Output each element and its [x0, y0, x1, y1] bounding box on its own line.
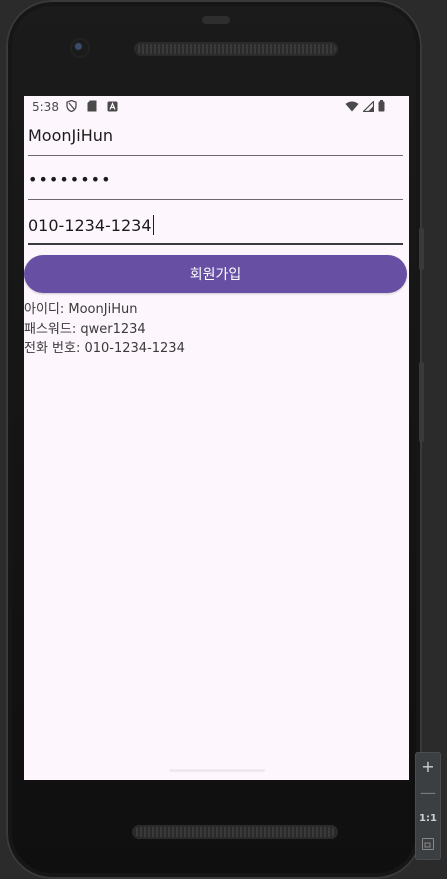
phone-value-wrap[interactable]: 010-1234-1234	[28, 215, 154, 235]
shield-icon	[66, 99, 77, 115]
emulator-tool-panel: + — 1:1	[415, 752, 441, 860]
username-field[interactable]: MoonJiHun	[28, 120, 403, 156]
result-phone: 전화 번호: 010-1234-1234	[24, 341, 185, 356]
one-to-one-button[interactable]: 1:1	[415, 806, 441, 830]
battery-icon	[378, 100, 385, 115]
username-value[interactable]: MoonJiHun	[28, 126, 113, 145]
password-field[interactable]: ••••••••	[28, 164, 403, 200]
top-sensor	[202, 16, 230, 24]
username-underline	[28, 155, 403, 156]
front-camera	[72, 40, 88, 56]
device-screen: 5:38 MoonJiHun •••••••• 010-1234-1234 회원…	[24, 96, 409, 780]
power-button	[419, 228, 424, 270]
signal-icon	[362, 99, 375, 115]
zoom-out-button[interactable]: —	[415, 780, 441, 804]
zoom-in-button[interactable]: +	[415, 754, 441, 778]
volume-button	[419, 362, 424, 442]
signup-button[interactable]: 회원가입	[24, 255, 407, 293]
fit-screen-button[interactable]	[415, 832, 441, 856]
status-right-icons	[345, 99, 385, 115]
result-id: 아이디: MoonJiHun	[24, 302, 138, 317]
sd-card-icon	[87, 100, 97, 115]
status-left-icons	[66, 99, 118, 115]
bottom-speaker	[134, 827, 336, 837]
password-value[interactable]: ••••••••	[28, 170, 112, 189]
earpiece-speaker	[136, 44, 336, 54]
phone-underline	[28, 243, 403, 245]
home-indicator[interactable]	[169, 769, 265, 772]
signup-button-label: 회원가입	[189, 267, 242, 283]
wifi-icon	[345, 100, 359, 115]
result-password: 패스워드: qwer1234	[24, 322, 146, 337]
text-caret	[152, 215, 154, 235]
fit-screen-icon	[422, 835, 434, 854]
status-bar: 5:38	[24, 96, 409, 120]
status-time: 5:38	[32, 100, 59, 114]
a-badge-icon	[107, 101, 118, 115]
phone-value: 010-1234-1234	[28, 216, 152, 235]
phone-field[interactable]: 010-1234-1234	[28, 209, 403, 245]
password-underline	[28, 199, 403, 200]
